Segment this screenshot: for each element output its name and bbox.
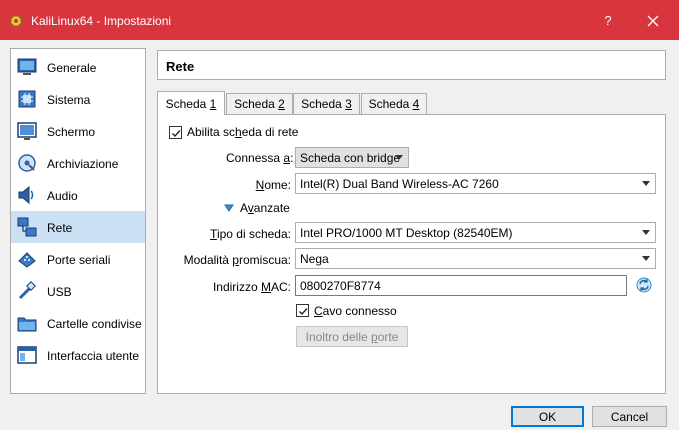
display-icon [17, 122, 37, 140]
help-button[interactable]: ? [600, 13, 616, 28]
sidebar-item-interfaccia-utente[interactable]: Interfaccia utente [11, 339, 145, 371]
sidebar-item-label: Rete [47, 221, 73, 235]
tab-scheda-3[interactable]: Scheda 3 [293, 93, 360, 114]
checkmark-icon [299, 308, 308, 316]
chevron-down-icon [642, 181, 650, 186]
chevron-down-icon [395, 155, 403, 160]
sidebar-item-audio[interactable]: Audio [11, 179, 145, 211]
attached-to-label: Connessa a: [226, 151, 294, 165]
general-icon [17, 58, 37, 75]
sidebar-item-generale[interactable]: Generale [11, 51, 145, 83]
system-icon [18, 90, 36, 108]
adapter-name-value: Intel(R) Dual Band Wireless-AC 7260 [300, 177, 499, 191]
usb-icon [18, 281, 36, 300]
promiscuous-mode-value: Nega [300, 252, 329, 266]
tab-scheda-1[interactable]: Scheda 1 [157, 91, 225, 115]
enable-adapter-label: Abilita scheda di rete [187, 125, 299, 139]
sidebar-item-rete[interactable]: Rete [11, 211, 145, 243]
network-icon [17, 217, 37, 237]
close-icon[interactable] [644, 12, 662, 30]
promiscuous-mode-label: Modalità promiscua: [183, 253, 291, 267]
ok-button[interactable]: OK [511, 406, 584, 427]
tab-mnemonic: 4 [412, 97, 420, 111]
serial-ports-icon [18, 252, 36, 268]
tab-scheda-2[interactable]: Scheda 2 [226, 93, 293, 114]
sidebar-item-usb[interactable]: USB [11, 275, 145, 307]
port-forwarding-button[interactable]: Inoltro delle porte [296, 326, 408, 347]
tab-mnemonic: 3 [345, 97, 352, 111]
tab-label: Scheda [368, 97, 413, 111]
section-title: Rete [166, 59, 195, 74]
mac-address-label: Indirizzo MAC: [212, 280, 291, 294]
sidebar-item-porte-seriali[interactable]: Porte seriali [11, 243, 145, 275]
adapter-tab-panel: Abilita scheda di rete Connessa a: Sched… [157, 114, 666, 394]
sidebar-item-schermo[interactable]: Schermo [11, 115, 145, 147]
window-title: KaliLinux64 - Impostazioni [31, 14, 172, 28]
mac-address-input[interactable]: 0800270F8774 [295, 275, 627, 296]
section-header: Rete [157, 50, 666, 80]
sidebar-item-label: Generale [47, 61, 97, 75]
sidebar-item-label: Cartelle condivise [47, 317, 142, 331]
shared-folders-icon [17, 317, 37, 332]
chevron-down-icon [642, 256, 650, 261]
tab-label: Scheda [301, 97, 346, 111]
settings-category-list: Generale Sistema Schermo Archiviazione A… [10, 48, 146, 394]
sidebar-item-label: Archiviazione [47, 157, 119, 171]
mac-address-value: 0800270F8774 [300, 279, 381, 293]
refresh-mac-icon[interactable] [636, 277, 652, 293]
attached-to-value: Scheda con bridge [300, 151, 401, 165]
tab-label: Scheda [165, 97, 210, 111]
cable-connected-label: Cavo connesso [314, 304, 397, 318]
advanced-toggle[interactable]: Avanzate [224, 201, 324, 217]
adapter-type-label: Tipo di scheda: [210, 227, 291, 241]
sidebar-item-label: Sistema [47, 93, 91, 107]
chevron-down-icon [642, 230, 650, 235]
tab-mnemonic: 1 [209, 97, 217, 111]
audio-icon [18, 185, 34, 205]
promiscuous-mode-select[interactable]: Nega [295, 248, 656, 269]
virtualbox-gear-icon [9, 14, 23, 28]
cable-connected-checkbox[interactable] [296, 304, 309, 317]
sidebar-item-cartelle-condivise[interactable]: Cartelle condivise [11, 307, 145, 339]
checkmark-icon [172, 130, 181, 138]
cancel-button[interactable]: Cancel [592, 406, 667, 427]
storage-icon [18, 154, 36, 172]
adapter-type-value: Intel PRO/1000 MT Desktop (82540EM) [300, 226, 513, 240]
tab-mnemonic: 2 [278, 97, 285, 111]
adapter-type-select[interactable]: Intel PRO/1000 MT Desktop (82540EM) [295, 222, 656, 243]
sidebar-item-label: Audio [47, 189, 78, 203]
sidebar-item-sistema[interactable]: Sistema [11, 83, 145, 115]
sidebar-item-label: Schermo [47, 125, 96, 139]
adapter-name-select[interactable]: Intel(R) Dual Band Wireless-AC 7260 [295, 173, 656, 194]
title-bar: KaliLinux64 - Impostazioni ? [0, 0, 679, 40]
attached-to-select[interactable]: Scheda con bridge [295, 147, 409, 168]
sidebar-item-label: USB [47, 285, 72, 299]
enable-adapter-checkbox[interactable] [169, 126, 182, 139]
tab-scheda-4[interactable]: Scheda 4 [361, 93, 427, 114]
tab-label: Scheda [234, 97, 279, 111]
expand-triangle-icon [224, 204, 234, 212]
name-label: Nome: [255, 178, 291, 192]
sidebar-item-label: Interfaccia utente [47, 349, 140, 363]
sidebar-item-label: Porte seriali [47, 253, 111, 267]
advanced-label: Avanzate [240, 201, 290, 215]
sidebar-item-archiviazione[interactable]: Archiviazione [11, 147, 145, 179]
user-interface-icon [17, 346, 37, 364]
